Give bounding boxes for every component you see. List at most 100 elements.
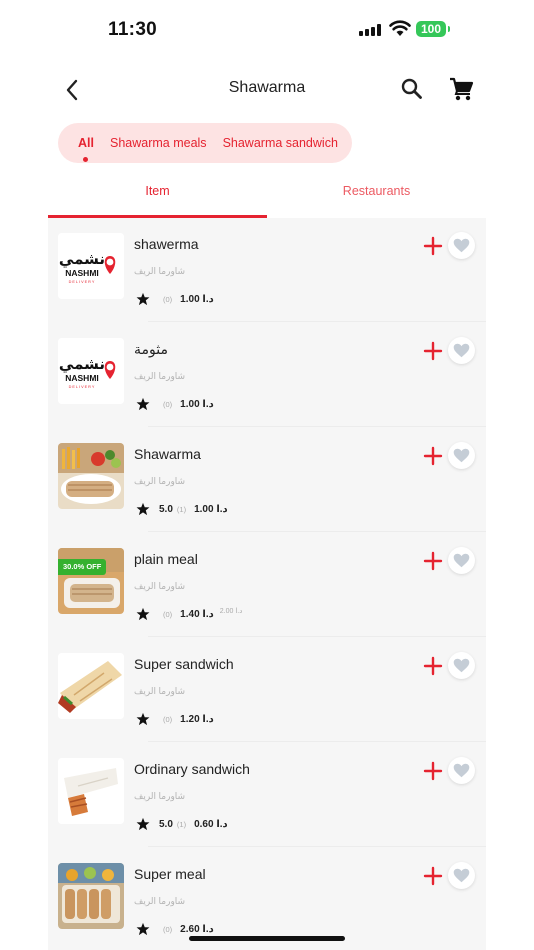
rating-count: (0) [163,294,173,304]
divider [148,531,486,532]
item-name: مثومة [134,341,168,357]
price: 2.60 د.ا [180,923,214,935]
restaurant-name: شاورما الريف [134,476,186,486]
price: 1.20 د.ا [180,713,214,725]
star-icon [136,397,150,411]
wrap-small-image [58,758,124,824]
heart-icon [453,343,470,358]
item-meta: (0) 1.00 د.ا [136,396,214,412]
top-app-bar: Shawarma [0,68,534,112]
nashmi-logo-image: نشمي NASHMI DELIVERY [58,233,124,299]
star-icon [136,607,150,621]
divider [148,846,486,847]
rating-count: (1) [176,504,187,514]
add-icon[interactable] [422,235,444,257]
rating-count: (0) [163,399,173,409]
divider [148,741,486,742]
restaurant-name: شاورما الريف [134,686,186,696]
item-meta: (0) 1.40 د.ا 2.00 د.ا [136,606,242,622]
add-icon[interactable] [422,340,444,362]
rating-value: 5.0 [159,818,173,830]
chip-shawarma-sandwich[interactable]: Shawarma sandwich [223,136,338,150]
item-name: Shawarma [134,446,201,462]
svg-text:NASHMI: NASHMI [65,268,99,278]
price: 1.00 د.ا [194,503,228,515]
plain-meal-image: 30.0% OFF [58,548,124,614]
cellular-signal-icon [359,24,381,36]
add-icon[interactable] [422,550,444,572]
chip-label: All [78,136,94,150]
item-meta: (0) 1.00 د.ا [136,291,214,307]
item-name: plain meal [134,551,198,567]
svg-text:DELIVERY: DELIVERY [69,385,96,389]
svg-text:نشمي: نشمي [59,355,105,373]
list-item[interactable]: نشمي NASHMI DELIVERY مثومة شاورما الريف … [48,323,486,427]
item-meta: 5.0 (1) 1.00 د.ا [136,501,228,517]
divider [148,426,486,427]
divider [148,321,486,322]
list-item[interactable]: Ordinary sandwich شاورما الريف 5.0 (1) 0… [48,743,486,847]
favorite-button[interactable] [448,442,475,469]
add-icon[interactable] [422,655,444,677]
tab-item[interactable]: Item [48,176,267,218]
star-icon [136,817,150,831]
rating-count: (0) [163,924,173,934]
restaurant-name: شاورما الريف [134,581,186,591]
status-time: 11:30 [108,19,158,40]
star-icon [136,292,150,306]
home-indicator[interactable] [189,936,345,941]
tab-restaurants[interactable]: Restaurants [267,176,486,218]
list-item[interactable]: Shawarma شاورما الريف 5.0 (1) 1.00 د.ا [48,428,486,532]
list-item[interactable]: نشمي NASHMI DELIVERY shawerma شاورما الر… [48,218,486,322]
rating-count: (1) [176,819,187,829]
status-bar: 11:30 100 [0,0,534,56]
discount-badge: 30.0% OFF [58,559,107,575]
meal-tray-image [58,863,124,929]
nashmi-logo-image: نشمي NASHMI DELIVERY [58,338,124,404]
price: 0.60 د.ا [194,818,228,830]
item-name: Super meal [134,866,206,882]
favorite-button[interactable] [448,862,475,889]
search-icon[interactable] [399,76,425,102]
price: 1.00 د.ا [180,293,214,305]
price: 1.40 د.ا [180,608,214,620]
favorite-button[interactable] [448,337,475,364]
heart-icon [453,763,470,778]
add-icon[interactable] [422,865,444,887]
svg-text:NASHMI: NASHMI [65,373,99,383]
item-name: shawerma [134,236,199,252]
item-name: Ordinary sandwich [134,761,250,777]
favorite-button[interactable] [448,232,475,259]
price: 1.00 د.ا [180,398,214,410]
cart-icon[interactable] [448,76,474,102]
list-item[interactable]: Super sandwich شاورما الريف (0) 1.20 د.ا [48,638,486,742]
heart-icon [453,448,470,463]
restaurant-name: شاورما الريف [134,266,186,276]
active-dot-indicator [83,157,89,162]
rating-value: 5.0 [159,503,173,515]
chip-all[interactable]: All [78,136,94,162]
restaurant-name: شاورما الريف [134,791,186,801]
chip-shawarma-meals[interactable]: Shawarma meals [110,136,207,150]
item-list: نشمي NASHMI DELIVERY shawerma شاورما الر… [48,218,486,950]
favorite-button[interactable] [448,652,475,679]
favorite-button[interactable] [448,757,475,784]
rating-count: (0) [163,714,173,724]
restaurant-name: شاورما الريف [134,371,186,381]
heart-icon [453,868,470,883]
heart-icon [453,658,470,673]
favorite-button[interactable] [448,547,475,574]
svg-text:نشمي: نشمي [59,250,105,268]
item-meta: 5.0 (1) 0.60 د.ا [136,816,228,832]
wifi-icon [389,20,411,36]
add-icon[interactable] [422,760,444,782]
add-icon[interactable] [422,445,444,467]
tab-bar: Item Restaurants [48,176,486,218]
rating-count: (0) [163,609,173,619]
item-meta: (0) 2.60 د.ا [136,921,214,937]
list-item[interactable]: Super meal شاورما الريف (0) 2.60 د.ا [48,848,486,950]
svg-text:DELIVERY: DELIVERY [69,280,96,284]
heart-icon [453,553,470,568]
list-item[interactable]: 30.0% OFF plain meal شاورما الريف (0) 1.… [48,533,486,637]
star-icon [136,502,150,516]
